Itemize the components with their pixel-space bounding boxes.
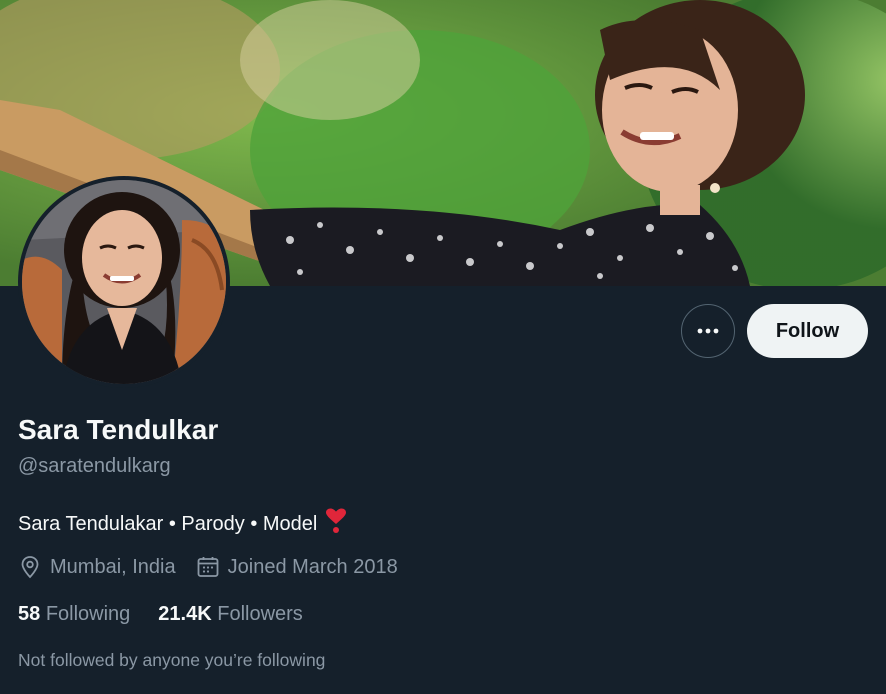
profile-bio: Sara Tendulakar • Parody • Model [18,508,347,540]
heart-emoji-icon [325,508,347,540]
avatar-frame[interactable] [18,176,230,388]
profile-handle: @saratendulkarg [18,455,171,477]
followers-link[interactable]: 21.4K Followers [158,603,303,626]
following-label: Following [45,603,131,625]
following-count: 58 [18,603,41,625]
followed-by-note: Not followed by anyone you’re following [18,650,326,670]
follow-button[interactable]: Follow [747,304,868,358]
more-options-button[interactable] [681,304,735,358]
profile-stats: 58 Following 21.4K Followers [18,603,331,626]
bio-text: Sara Tendulakar • Parody • Model [18,512,318,535]
joined-item: Joined March 2018 [196,555,398,579]
location-pin-icon [21,556,39,579]
avatar-photo [22,180,226,384]
profile-name: Sara Tendulkar [18,414,219,445]
avatar[interactable] [22,180,226,384]
profile-meta: Mumbai, India Joined March 2018 [18,555,418,579]
followers-count: 21.4K [158,603,212,625]
more-icon [697,328,719,334]
following-link[interactable]: 58 Following [18,603,130,626]
followers-label: Followers [217,603,303,625]
location-text: Mumbai, India [50,555,176,578]
calendar-icon [197,557,219,577]
joined-text: Joined March 2018 [227,555,398,578]
location-item: Mumbai, India [18,555,176,579]
